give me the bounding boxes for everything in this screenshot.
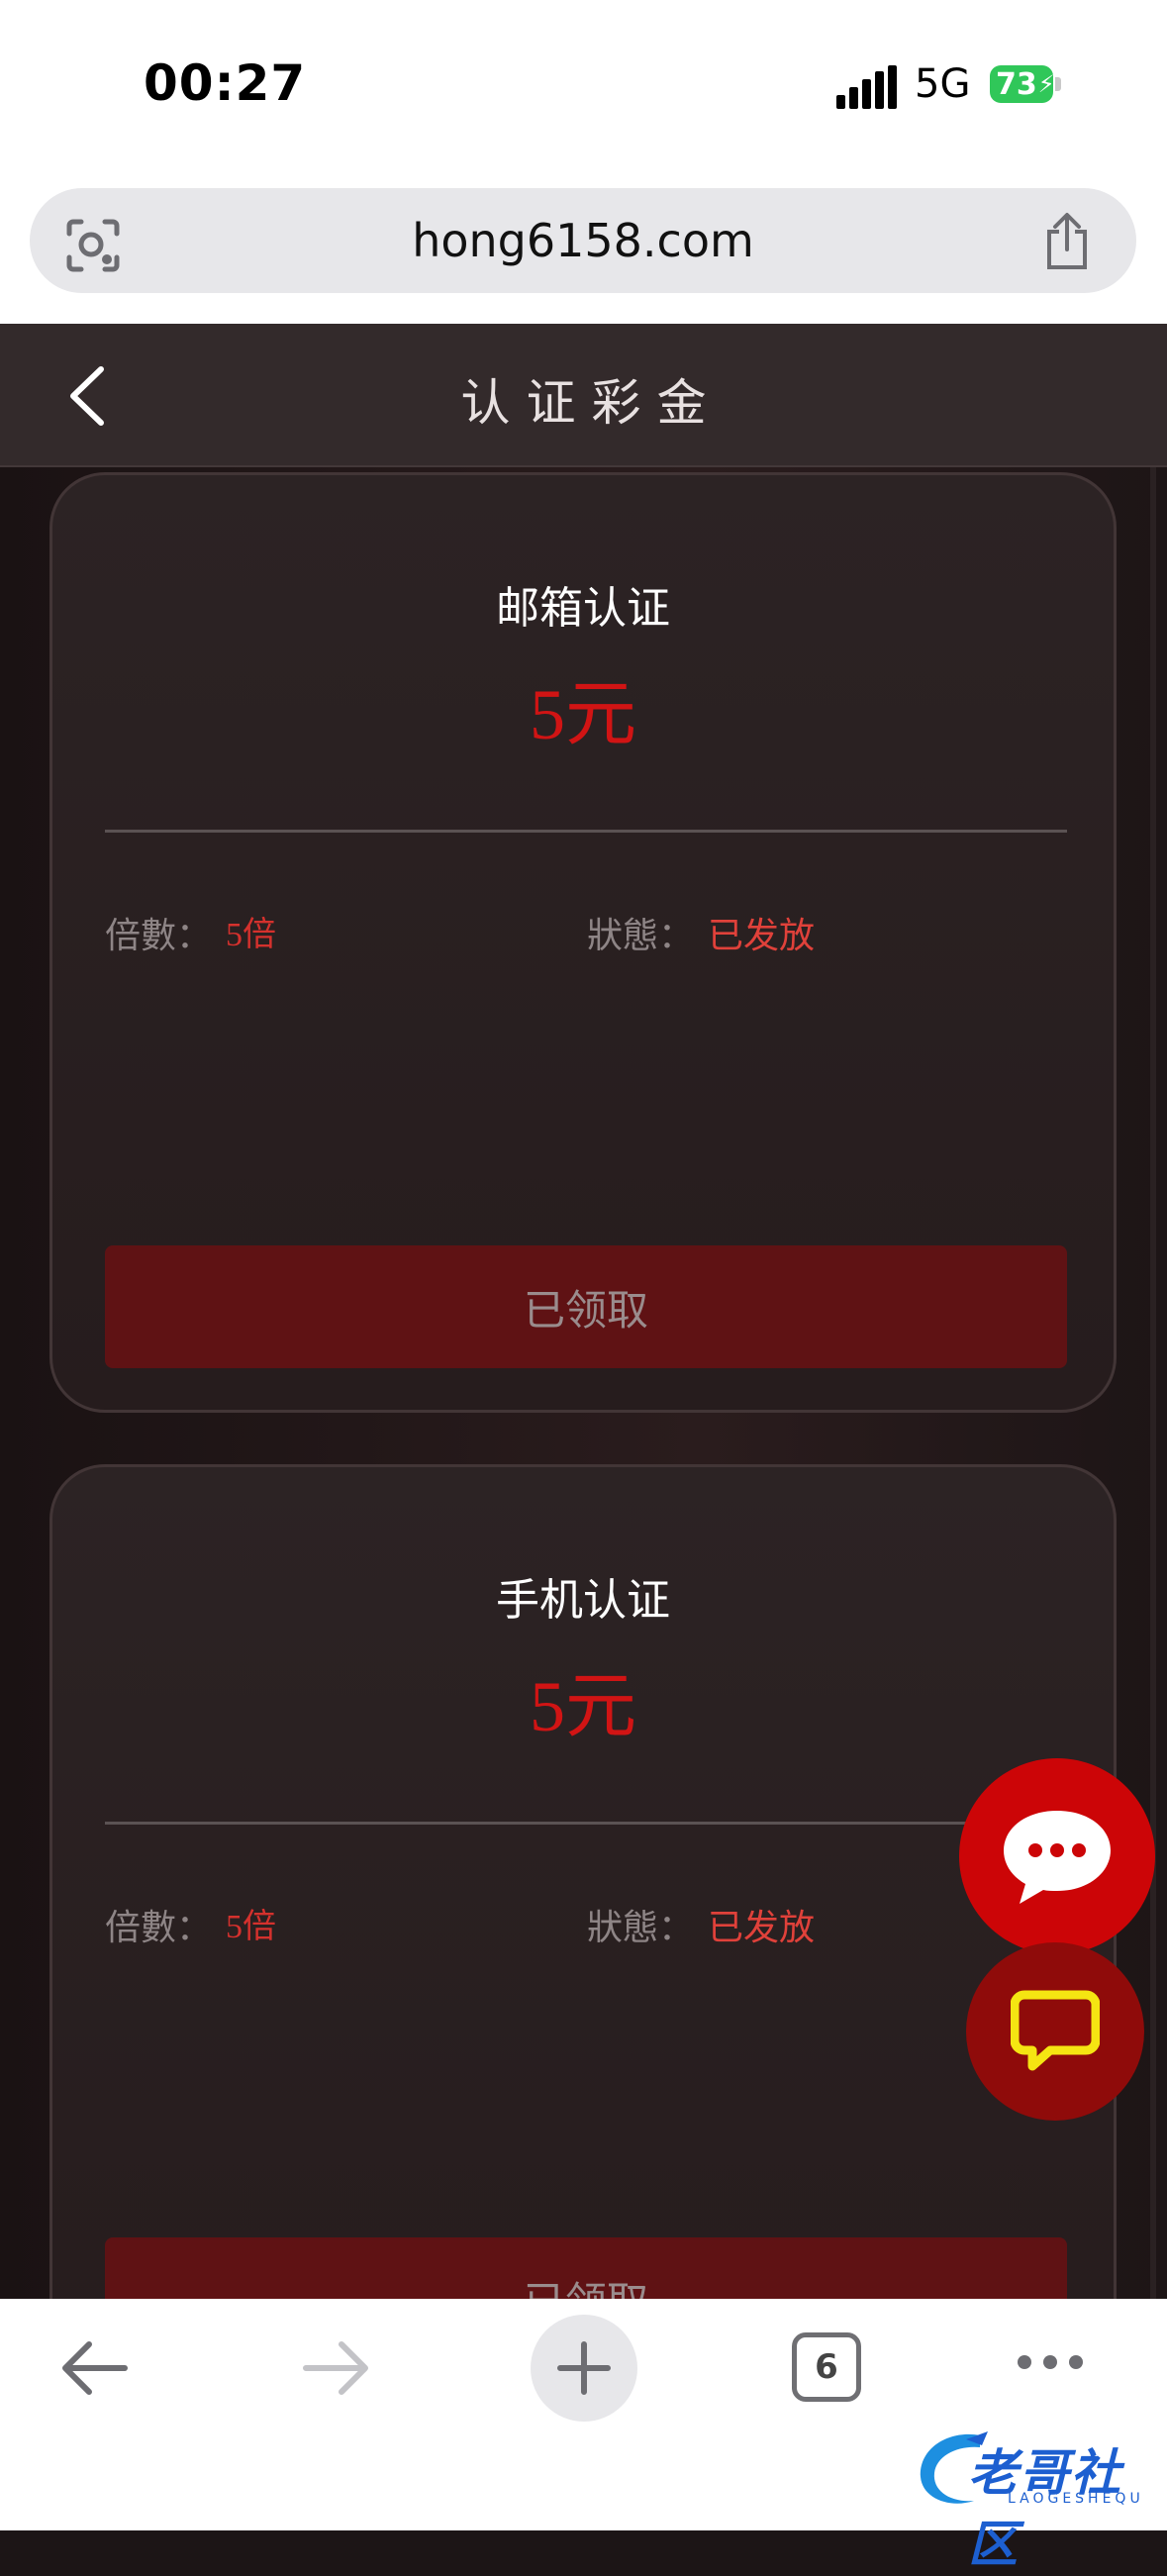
status-value: 已发放 xyxy=(708,1908,816,1948)
status-bar: 00:27 5G 73 ⚡ xyxy=(0,0,1167,178)
bonus-card-email: 邮箱认证 5元 倍數： 5倍 狀態： 已发放 已领取 xyxy=(49,472,1117,1413)
watermark-subtext: LAOGESHEQU xyxy=(1008,2491,1144,2507)
bonus-amount: 5元 xyxy=(529,1667,636,1746)
charging-icon: ⚡ xyxy=(1037,70,1055,98)
status-time: 00:27 xyxy=(144,54,307,112)
multiplier-value: 5倍 xyxy=(226,1909,276,1945)
chat-button[interactable] xyxy=(959,1758,1155,1954)
page-header: 认证彩金 xyxy=(0,324,1167,467)
status-value: 已发放 xyxy=(708,916,816,956)
message-square-icon xyxy=(1011,1990,1100,2071)
scrollbar[interactable] xyxy=(1150,373,1156,2299)
divider xyxy=(105,1822,1067,1825)
claimed-button[interactable]: 已领取 xyxy=(105,1245,1067,1368)
chat-bubble-icon xyxy=(1004,1811,1111,1904)
more-icon[interactable] xyxy=(1015,2350,1086,2374)
multiplier-label: 倍數： xyxy=(105,916,213,956)
divider xyxy=(105,830,1067,833)
claimed-button[interactable]: 已领取 xyxy=(105,2237,1067,2299)
url-text[interactable]: hong6158.com xyxy=(30,214,1136,267)
bonus-amount: 5元 xyxy=(529,675,636,754)
multiplier-value: 5倍 xyxy=(226,917,276,953)
signal-icon xyxy=(836,65,897,109)
network-type: 5G xyxy=(915,61,971,107)
new-tab-button[interactable] xyxy=(531,2315,637,2422)
battery-icon: 73 ⚡ xyxy=(990,65,1055,103)
card-title: 手机认证 xyxy=(496,1575,670,1626)
multiplier-label: 倍數： xyxy=(105,1908,213,1948)
address-bar[interactable]: hong6158.com xyxy=(30,188,1136,293)
plus-icon xyxy=(557,2341,611,2395)
support-button[interactable] xyxy=(966,1942,1144,2121)
browser-back-icon[interactable] xyxy=(57,2338,129,2398)
browser-forward-icon[interactable] xyxy=(302,2338,373,2398)
page-title: 认证彩金 xyxy=(460,374,723,432)
battery-cap xyxy=(1055,77,1061,91)
browser-address-area: hong6158.com xyxy=(0,178,1167,324)
battery-level: 73 xyxy=(996,66,1037,102)
watermark-logo: 老哥社区 LAOGESHEQU xyxy=(911,2426,1158,2573)
bonus-card-phone: 手机认证 5元 倍數： 5倍 狀態： 已发放 已领取 xyxy=(49,1464,1117,2299)
status-label: 狀態： xyxy=(587,916,695,956)
tabs-button[interactable]: 6 xyxy=(792,2332,861,2402)
share-icon[interactable] xyxy=(1041,212,1093,271)
card-title: 邮箱认证 xyxy=(496,583,670,634)
status-label: 狀態： xyxy=(587,1908,695,1948)
